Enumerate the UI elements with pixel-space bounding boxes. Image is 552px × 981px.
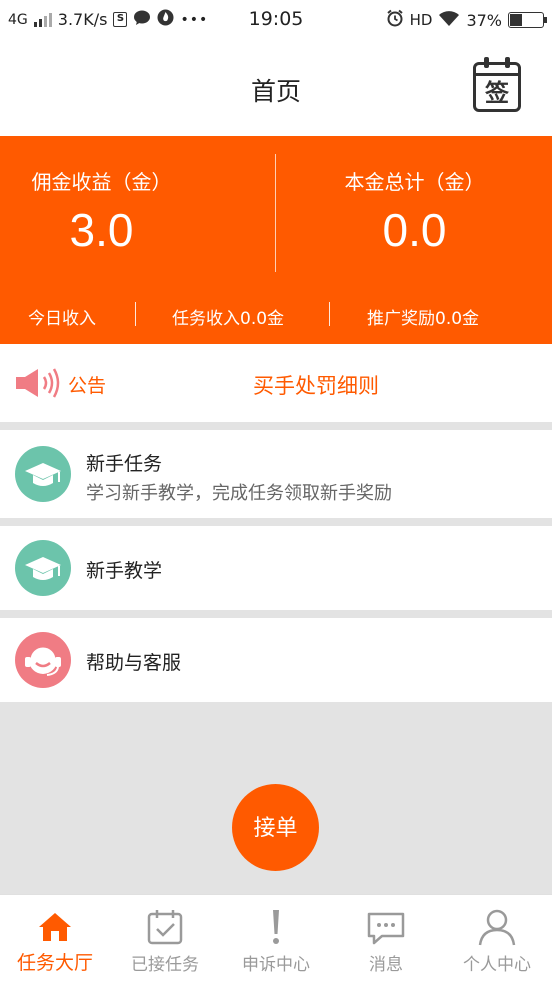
- speaker-icon: [14, 367, 62, 403]
- sign-in-label: 签: [485, 79, 509, 107]
- menu-item-subtitle: 学习新手教学，完成任务领取新手奖励: [86, 483, 392, 504]
- message-icon: [366, 907, 406, 947]
- menu-item-newbie-task[interactable]: 新手任务 学习新手教学，完成任务领取新手奖励: [0, 430, 552, 518]
- section-gap: [0, 610, 552, 618]
- tab-profile[interactable]: 个人中心: [442, 895, 552, 981]
- notice-text-link[interactable]: 买手处罚细则: [253, 370, 379, 400]
- calendar-rings: [484, 57, 510, 68]
- page-title: 首页: [250, 77, 301, 106]
- battery-percent: 37%: [466, 10, 502, 30]
- menu-item-title: 新手任务: [86, 453, 163, 475]
- customer-service-icon: [15, 632, 71, 688]
- status-bar: 4G 3.7K/s S ••• 19:05 HD 37%: [0, 0, 552, 38]
- commission-label: 佣金收益（金）: [31, 170, 172, 194]
- section-gap: [0, 518, 552, 526]
- battery-icon: [508, 12, 547, 28]
- tab-messages[interactable]: 消息: [331, 895, 441, 981]
- tab-accepted-tasks[interactable]: 已接任务: [110, 895, 220, 981]
- tab-label: 个人中心: [463, 955, 531, 975]
- menu-item-title: 帮助与客服: [86, 652, 182, 674]
- tab-task-hall[interactable]: 任务大厅: [0, 895, 110, 981]
- tab-label: 消息: [369, 955, 403, 975]
- principal-label: 本金总计（金）: [344, 170, 485, 194]
- sign-in-button[interactable]: 签: [473, 57, 521, 112]
- notice-label: 公告: [68, 375, 107, 397]
- tab-label: 已接任务: [131, 955, 199, 975]
- menu-item-newbie-tutorial[interactable]: 新手教学: [0, 526, 552, 610]
- principal-column[interactable]: 本金总计（金） 0.0: [277, 166, 552, 257]
- principal-value: 0.0: [382, 204, 447, 256]
- take-order-button[interactable]: 接单: [232, 784, 319, 871]
- bottom-tab-bar: 任务大厅 已接任务 申诉中心 消息 个人中心: [0, 894, 552, 981]
- notice-bar[interactable]: 公告 买手处罚细则: [0, 344, 552, 422]
- home-icon: [35, 907, 75, 947]
- menu-item-help-support[interactable]: 帮助与客服: [0, 618, 552, 702]
- calendar-bar: [476, 73, 518, 76]
- promo-reward: 推广奖励0.0金: [367, 309, 480, 329]
- summary-divider: [135, 302, 136, 326]
- calendar-check-icon: [145, 907, 185, 947]
- graduation-cap-icon: [15, 540, 71, 596]
- tab-label: 任务大厅: [16, 952, 93, 974]
- commission-column[interactable]: 佣金收益（金） 3.0: [0, 166, 275, 257]
- graduation-cap-icon: [15, 446, 71, 502]
- hd-indicator: HD: [409, 11, 433, 29]
- app-header: 首页: [0, 38, 552, 136]
- alarm-icon: [386, 9, 404, 31]
- wifi-icon: [438, 10, 460, 31]
- exclamation-icon: [256, 907, 296, 947]
- commission-value: 3.0: [69, 204, 134, 256]
- today-income: 今日收入: [28, 309, 96, 329]
- panel-divider: [275, 154, 276, 272]
- income-summary: 今日收入 任务收入0.0金 推广奖励0.0金: [0, 300, 552, 330]
- earnings-panel: 佣金收益（金） 3.0 本金总计（金） 0.0 今日收入 任务收入0.0金 推广…: [0, 136, 552, 344]
- task-income: 任务收入0.0金: [172, 309, 285, 329]
- summary-divider: [329, 302, 330, 326]
- tab-appeal-center[interactable]: 申诉中心: [221, 895, 331, 981]
- menu-item-title: 新手教学: [86, 560, 163, 582]
- status-right: HD 37%: [386, 9, 547, 31]
- tab-label: 申诉中心: [242, 955, 310, 975]
- section-gap: [0, 422, 552, 430]
- person-icon: [477, 907, 517, 947]
